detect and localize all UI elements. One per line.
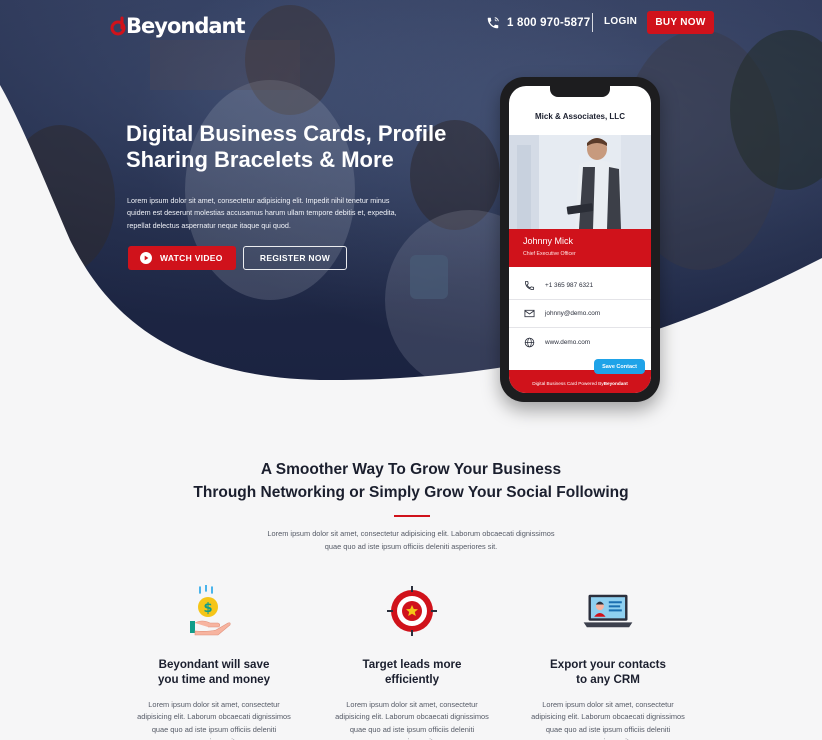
save-contact-button[interactable]: Save Contact <box>594 359 645 374</box>
target-icon <box>387 586 437 636</box>
feature-title-line: efficiently <box>384 672 440 686</box>
card-footer-brand: Beyondant <box>603 381 628 386</box>
card-website-row[interactable]: www.demo.com <box>509 328 651 356</box>
feature-description: Lorem ipsum dolor sit amet, consectetur … <box>137 700 291 740</box>
section-title-line: Through Networking or Simply Grow Your S… <box>193 483 629 501</box>
card-name-banner <box>509 229 651 267</box>
feature-title-line: Export your contacts <box>550 658 666 671</box>
phone-icon <box>487 17 499 29</box>
hero-title-line: Digital Business Cards, Profile <box>126 121 447 146</box>
phone-icon <box>524 280 535 291</box>
card-company: Mick & Associates, LLC <box>535 112 625 121</box>
feature-title: Beyondant will save you time and money <box>124 658 304 687</box>
hero-title-line: Sharing Bracelets & More <box>126 147 394 172</box>
phone-mockup: Mick & Associates, LLC Johnny Mick Chief… <box>500 77 660 402</box>
hero-section <box>0 0 822 420</box>
globe-icon <box>524 337 535 347</box>
feature-title-line: Beyondant will save <box>158 658 270 671</box>
feature-card: Target leads more efficiently Lorem ipsu… <box>322 585 502 740</box>
nav-divider <box>592 13 593 32</box>
card-footer-prefix: Digital Business Card Powered By <box>532 381 604 386</box>
card-phone: +1 365 987 6321 <box>545 282 594 289</box>
section-description: Lorem ipsum dolor sit amet, consectetur … <box>267 529 555 551</box>
feature-title: Export your contacts to any CRM <box>518 658 698 687</box>
card-email: johnny@demo.com <box>545 310 601 317</box>
feature-description: Lorem ipsum dolor sit amet, consectetur … <box>335 700 489 740</box>
logo[interactable]: Beyondant <box>109 14 246 38</box>
section-divider <box>394 515 430 517</box>
mail-icon <box>524 309 535 318</box>
register-now-button[interactable]: REGISTER NOW <box>243 246 347 270</box>
section-title: A Smoother Way To Grow Your Business Thr… <box>0 459 822 504</box>
feature-title-line: Target leads more <box>362 658 462 671</box>
feature-card: $ Beyondant will save you time and money… <box>124 584 304 740</box>
header-phone-number: 1 800 970-5877 <box>507 17 591 29</box>
watch-video-label: WATCH VIDEO <box>160 253 223 263</box>
card-phone-row[interactable]: +1 365 987 6321 <box>509 272 651 300</box>
feature-title: Target leads more efficiently <box>322 658 502 687</box>
buy-now-button[interactable]: BUY NOW <box>647 11 714 34</box>
watch-video-button[interactable]: WATCH VIDEO <box>128 246 236 270</box>
money-hand-icon: $ <box>190 584 231 636</box>
card-role: Chief Executive Officer <box>523 251 576 257</box>
play-icon <box>140 252 152 264</box>
feature-card: Export your contacts to any CRM Lorem ip… <box>518 585 698 740</box>
logo-text: Beyondant <box>126 14 246 38</box>
header-phone-link[interactable]: 1 800 970-5877 <box>486 14 590 32</box>
card-name: Johnny Mick <box>523 236 574 246</box>
card-email-row[interactable]: johnny@demo.com <box>509 300 651 328</box>
card-website: www.demo.com <box>545 338 591 346</box>
feature-description: Lorem ipsum dolor sit amet, consectetur … <box>531 700 685 740</box>
hero-title: Digital Business Cards, Profile Sharing … <box>126 121 506 173</box>
login-link[interactable]: LOGIN <box>604 16 637 27</box>
phone-notch <box>550 86 610 97</box>
laptop-contact-icon <box>583 594 633 628</box>
feature-title-line: to any CRM <box>576 672 640 686</box>
card-profile-photo <box>509 135 651 229</box>
svg-text:$: $ <box>203 601 212 616</box>
section-title-line: A Smoother Way To Grow Your Business <box>260 461 562 478</box>
hero-white-curve <box>0 85 822 420</box>
feature-title-line: you time and money <box>157 672 271 686</box>
hero-description: Lorem ipsum dolor sit amet, consectetur … <box>127 196 397 230</box>
phone-screen: Mick & Associates, LLC Johnny Mick Chief… <box>509 86 651 393</box>
logo-mark-icon <box>110 16 126 36</box>
